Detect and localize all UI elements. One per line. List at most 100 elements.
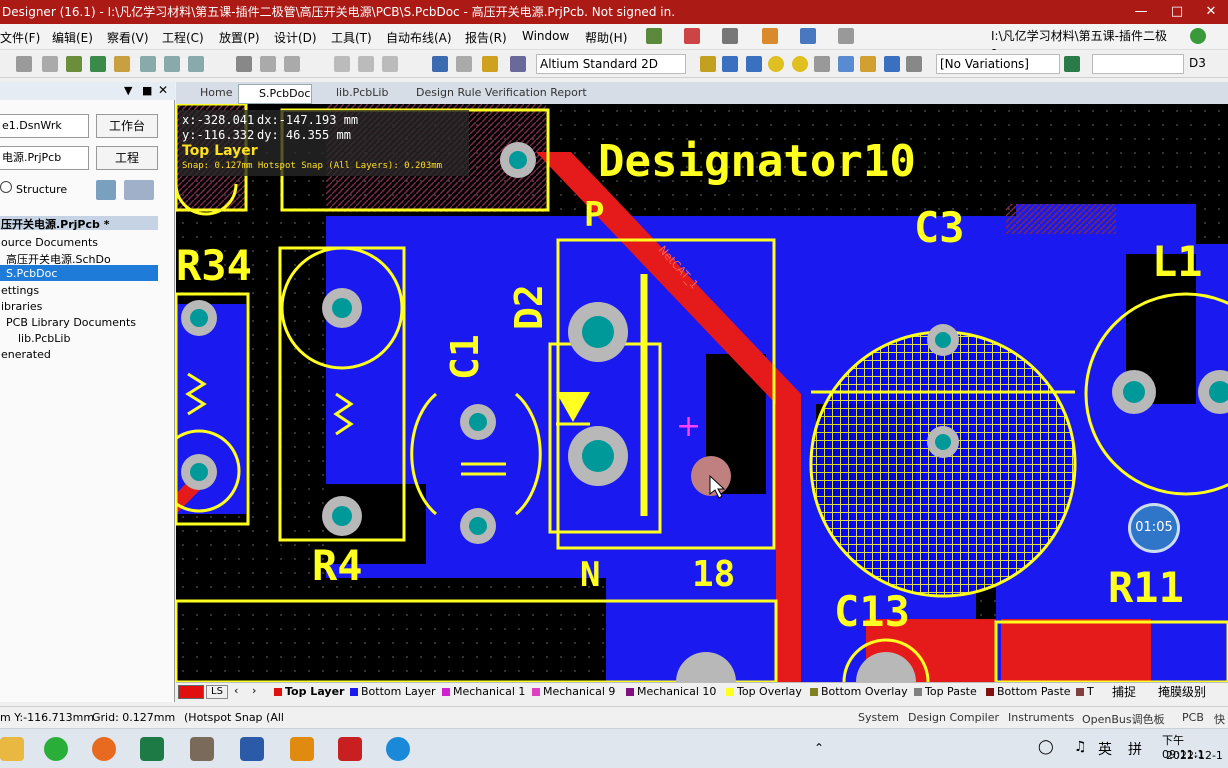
tab-pcblib[interactable]: lib.PcbLib bbox=[316, 84, 392, 104]
tree-libraries[interactable]: ibraries bbox=[1, 300, 42, 313]
tab-pcbdoc[interactable]: S.PcbDoc bbox=[238, 84, 312, 104]
board-3d-icon[interactable] bbox=[66, 56, 82, 72]
arc-icon[interactable] bbox=[814, 56, 830, 72]
route-icon[interactable] bbox=[646, 28, 662, 44]
zoom-icon[interactable] bbox=[140, 56, 156, 72]
route-track-icon[interactable] bbox=[700, 56, 716, 72]
redo-icon[interactable] bbox=[456, 56, 472, 72]
workspace-select[interactable]: e1.DsnWrk bbox=[0, 114, 89, 138]
solidworks-icon[interactable] bbox=[338, 737, 362, 761]
pin-icon[interactable]: ■ bbox=[142, 84, 152, 97]
add-document-icon[interactable] bbox=[124, 180, 154, 200]
tree-generated[interactable]: enerated bbox=[1, 348, 51, 361]
print-preview-icon[interactable] bbox=[42, 56, 58, 72]
structure-radio[interactable] bbox=[0, 181, 12, 193]
tree-pcbdoc-row[interactable]: S.PcbDoc bbox=[0, 265, 158, 281]
menu-edit[interactable]: 编辑(E) bbox=[52, 29, 93, 46]
view-mode-select[interactable]: Altium Standard 2D bbox=[536, 54, 686, 74]
menu-design[interactable]: 设计(D) bbox=[274, 29, 317, 46]
menu-project[interactable]: 工程(C) bbox=[162, 29, 204, 46]
undo-icon[interactable] bbox=[432, 56, 448, 72]
layer-tab-top-overlay[interactable]: Top Overlay bbox=[726, 684, 802, 700]
network-icon[interactable]: ◯ bbox=[1038, 739, 1054, 755]
fill-icon[interactable] bbox=[838, 56, 854, 72]
select-icon[interactable] bbox=[800, 28, 816, 44]
panel-button-system[interactable]: System bbox=[858, 711, 899, 724]
panel-menu-icon[interactable]: ▼ bbox=[124, 84, 132, 97]
menu-file[interactable]: 文件(F) bbox=[0, 29, 40, 46]
filter-icon[interactable] bbox=[510, 56, 526, 72]
deselect-icon[interactable] bbox=[382, 56, 398, 72]
layer-tab-mech9[interactable]: Mechanical 9 bbox=[532, 684, 615, 700]
menu-help[interactable]: 帮助(H) bbox=[585, 29, 627, 46]
firefox-icon[interactable] bbox=[92, 737, 116, 761]
menu-view[interactable]: 察看(V) bbox=[107, 29, 149, 46]
pin-icon[interactable] bbox=[684, 28, 700, 44]
pcb-board[interactable]: Designator10 C3 L1 R34 D2 C1 P N 18 R4 C… bbox=[176, 104, 1228, 682]
mask-level-button[interactable]: 掩膜级别 bbox=[1158, 683, 1206, 700]
align-icon[interactable] bbox=[762, 28, 778, 44]
board-icon[interactable] bbox=[90, 56, 106, 72]
polygon-icon[interactable] bbox=[860, 56, 876, 72]
maximize-icon[interactable]: □ bbox=[1160, 0, 1194, 24]
altium-icon[interactable] bbox=[190, 737, 214, 761]
diff-pair-icon[interactable] bbox=[746, 56, 762, 72]
move-icon[interactable] bbox=[358, 56, 374, 72]
open-icon[interactable] bbox=[114, 56, 130, 72]
tree-settings[interactable]: ettings bbox=[1, 284, 39, 297]
layer-tab-top[interactable]: Top Layer bbox=[274, 684, 344, 700]
clock-date[interactable]: 2022-12-1 bbox=[1166, 749, 1223, 762]
menu-reports[interactable]: 报告(R) bbox=[465, 29, 507, 46]
layers-icon[interactable] bbox=[1064, 56, 1080, 72]
volume-icon[interactable]: ♫ bbox=[1074, 739, 1087, 755]
layer-tab-bottom-overlay[interactable]: Bottom Overlay bbox=[810, 684, 908, 700]
vlc-icon[interactable] bbox=[290, 737, 314, 761]
designator-field[interactable]: D3 bbox=[1186, 54, 1228, 74]
layer-set-button[interactable]: LS bbox=[206, 685, 228, 699]
edge-icon[interactable] bbox=[386, 737, 410, 761]
back-icon[interactable] bbox=[1190, 28, 1206, 44]
panel-button-design-compiler[interactable]: Design Compiler bbox=[908, 711, 999, 724]
layer-tab-top-paste[interactable]: Top Paste bbox=[914, 684, 977, 700]
minimize-icon[interactable]: — bbox=[1124, 0, 1158, 24]
layer-tab-mech1[interactable]: Mechanical 1 bbox=[442, 684, 525, 700]
select-area-icon[interactable] bbox=[334, 56, 350, 72]
tree-pcblib[interactable]: lib.PcbLib bbox=[18, 332, 70, 345]
file-explorer-icon[interactable] bbox=[0, 737, 24, 761]
project-field[interactable]: 电源.PrjPcb bbox=[0, 146, 89, 170]
zoom-area-icon[interactable] bbox=[164, 56, 180, 72]
panel-button-pcb[interactable]: PCB bbox=[1182, 711, 1204, 724]
string-icon[interactable] bbox=[884, 56, 900, 72]
tab-drc-report[interactable]: Design Rule Verification Report bbox=[396, 84, 596, 104]
layer-scroll-right-icon[interactable]: › bbox=[252, 684, 256, 697]
cut-icon[interactable] bbox=[236, 56, 252, 72]
close-icon[interactable]: ✕ bbox=[1194, 0, 1228, 24]
pad-icon[interactable] bbox=[768, 56, 784, 72]
paste-icon[interactable] bbox=[284, 56, 300, 72]
layer-tab-mech10[interactable]: Mechanical 10 bbox=[626, 684, 716, 700]
panel-button-instruments[interactable]: Instruments bbox=[1008, 711, 1074, 724]
panel-button-quick[interactable]: 快 bbox=[1214, 711, 1225, 727]
layer-scroll-left-icon[interactable]: ‹ bbox=[234, 684, 238, 697]
layer-tab-more[interactable]: T bbox=[1076, 684, 1094, 700]
current-layer-swatch[interactable] bbox=[178, 685, 204, 699]
layer-tab-bottom[interactable]: Bottom Layer bbox=[350, 684, 436, 700]
panel-close-icon[interactable]: ✕ bbox=[158, 83, 168, 97]
ime-indicator[interactable]: 拼 bbox=[1128, 739, 1142, 759]
crossprobe-icon[interactable] bbox=[482, 56, 498, 72]
input-language[interactable]: 英 bbox=[1098, 739, 1112, 759]
menu-window[interactable]: Window bbox=[522, 29, 569, 43]
component-icon[interactable] bbox=[906, 56, 922, 72]
tree-pcb-library-docs[interactable]: PCB Library Documents bbox=[6, 316, 136, 329]
copy-icon[interactable] bbox=[260, 56, 276, 72]
interactive-route-icon[interactable] bbox=[722, 56, 738, 72]
layer-tab-bottom-paste[interactable]: Bottom Paste bbox=[986, 684, 1071, 700]
pcb-canvas[interactable]: Designator10 C3 L1 R34 D2 C1 P N 18 R4 C… bbox=[176, 104, 1228, 682]
refresh-icon[interactable] bbox=[96, 180, 116, 200]
menu-autoroute[interactable]: 自动布线(A) bbox=[386, 29, 452, 46]
tree-project-row[interactable]: 压开关电源.PrjPcb * bbox=[0, 216, 158, 231]
variations-select[interactable]: [No Variations] bbox=[936, 54, 1060, 74]
panel-button-openbus[interactable]: OpenBus调色板 bbox=[1082, 711, 1165, 727]
blank-select[interactable] bbox=[1092, 54, 1184, 74]
zoom-select-icon[interactable] bbox=[188, 56, 204, 72]
